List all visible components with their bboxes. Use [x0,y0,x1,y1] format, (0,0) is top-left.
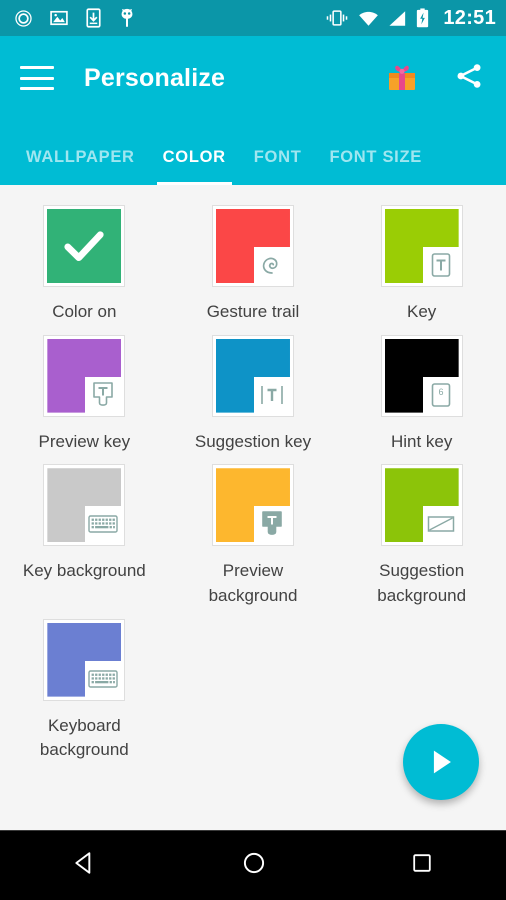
color-swatch[interactable] [380,464,463,547]
wifi-icon [359,11,379,26]
color-swatch[interactable] [43,618,126,701]
color-item-label: Preview background [208,561,298,605]
preview-key-t-icon [85,376,122,413]
color-item-label: Suggestion background [377,561,467,605]
suggestion-bar-icon [422,506,459,543]
color-item-label: Suggestion key [194,431,312,451]
play-icon [433,750,451,774]
color-item[interactable]: Gesture trail [169,199,338,325]
status-bar-notification-icons [14,8,325,28]
share-icon[interactable] [454,61,484,96]
play-preview-fab[interactable] [403,724,479,800]
color-swatch[interactable] [211,334,294,417]
recents-icon[interactable] [380,841,464,890]
color-swatch[interactable] [380,205,463,287]
check-icon [44,206,124,286]
color-item[interactable]: Color on [0,199,169,325]
color-grid: Color on Gesture trail Key Preview key S… [0,199,506,763]
hamburger-menu-icon[interactable] [20,66,54,90]
download-to-phone-icon [86,8,101,28]
tab-color[interactable]: COLOR [149,148,240,185]
home-icon[interactable] [211,840,297,891]
vibrate-icon [327,10,348,26]
tab-wallpaper[interactable]: WALLPAPER [14,148,149,185]
android-bug-icon [121,8,133,27]
color-item-label: Key [407,302,437,321]
app-bar: Personalize [0,36,506,120]
color-swatch[interactable] [43,464,126,547]
hamburger-line [20,76,54,80]
preview-filled-t-icon [253,506,290,543]
color-swatch[interactable] [43,334,126,417]
color-item-label: Gesture trail [206,302,300,321]
color-item[interactable]: 6 Hint key [337,329,506,455]
color-swatch[interactable] [43,205,126,287]
status-bar: 12:51 [0,0,506,36]
color-item[interactable]: Keyboard background [0,613,169,763]
suggestion-t-icon [253,376,290,413]
status-bar-clock: 12:51 [443,6,496,29]
color-item[interactable]: Key [337,199,506,325]
status-bar-system-icons: 12:51 [325,7,496,30]
color-item-label: Hint key [390,431,453,451]
color-item[interactable]: Preview key [0,329,169,455]
hamburger-line [20,66,54,69]
signal-icon [389,10,406,26]
page-title: Personalize [84,63,226,92]
tab-font-size[interactable]: FONT SIZE [315,148,435,185]
swirl-icon [253,247,290,283]
keyboard-icon [85,506,122,543]
image-icon [50,10,68,26]
color-swatch[interactable] [211,205,294,287]
back-icon[interactable] [42,840,128,891]
color-item-label: Keyboard background [39,715,129,760]
android-navigation-bar [0,830,506,900]
color-item-label: Preview key [38,431,131,451]
color-swatch[interactable] [211,464,294,547]
color-item[interactable]: Key background [0,458,169,608]
color-item[interactable]: Suggestion background [337,458,506,608]
color-item[interactable]: Preview background [169,458,338,608]
color-item-label: Key background [22,561,146,581]
tab-font[interactable]: FONT [240,148,316,185]
color-item-label: Color on [52,302,117,321]
key-t-icon [422,247,459,283]
battery-charging-icon [417,8,429,28]
svg-text:6: 6 [438,387,443,397]
keyboard-icon [85,660,122,697]
gift-icon[interactable] [384,58,420,99]
color-item[interactable]: Suggestion key [169,329,338,455]
hamburger-line [20,87,54,90]
hint-key-6-icon: 6 [422,376,459,413]
tab-bar: WALLPAPER COLOR FONT FONT SIZE [0,120,506,185]
color-swatch[interactable]: 6 [380,334,463,417]
ring-icon [15,9,32,27]
